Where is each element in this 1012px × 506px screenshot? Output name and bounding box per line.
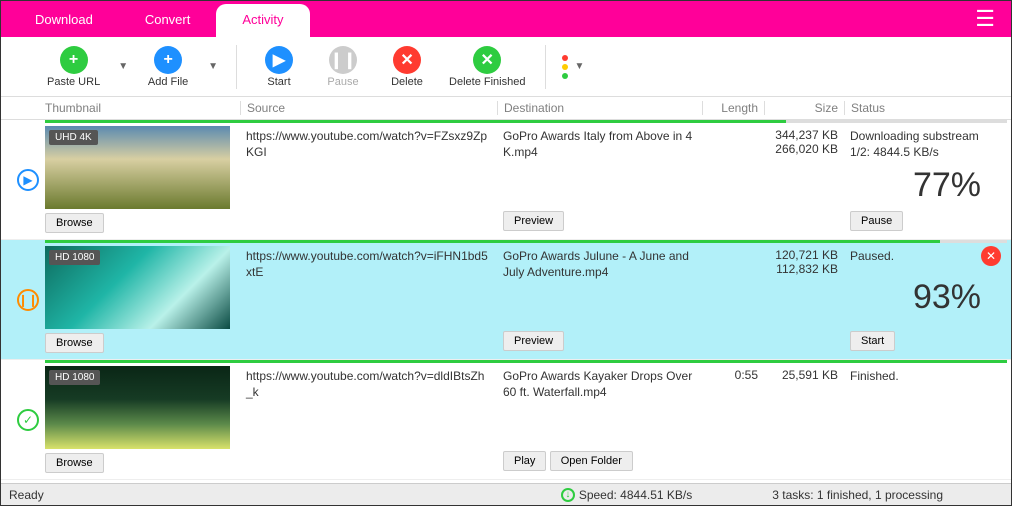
table-row[interactable]: ✓ HD 1080 Browse https://www.youtube.com…	[1, 360, 1011, 480]
open-folder-button[interactable]: Open Folder	[550, 451, 633, 471]
status-ready: Ready	[9, 488, 44, 502]
size-value: 25,591 KB	[764, 366, 844, 473]
paste-url-dropdown[interactable]: ▼	[112, 61, 134, 72]
header-size[interactable]: Size	[764, 101, 844, 115]
close-icon: ✕	[473, 46, 501, 74]
toolbar: + Paste URL ▼ + Add File ▼ ▶ Start ❙❙ Pa…	[1, 37, 1011, 97]
header-thumbnail[interactable]: Thumbnail	[45, 101, 240, 115]
status-text: Finished.	[850, 368, 981, 384]
row-state-indicator: ▶	[11, 126, 45, 233]
tab-activity[interactable]: Activity	[216, 4, 309, 39]
browse-button[interactable]: Browse	[45, 453, 104, 473]
tab-download[interactable]: Download	[9, 4, 119, 35]
preview-button[interactable]: Preview	[503, 331, 564, 351]
pause-icon: ❙❙	[329, 46, 357, 74]
table-header: Thumbnail Source Destination Length Size…	[1, 97, 1011, 120]
options-menu[interactable]: ▼	[558, 55, 590, 79]
start-button[interactable]: ▶ Start	[249, 44, 309, 90]
plus-icon: +	[154, 46, 182, 74]
source-url: https://www.youtube.com/watch?v=iFHN1bd5…	[246, 248, 491, 280]
progress-bar	[45, 360, 1007, 363]
row-action-button[interactable]: Start	[850, 331, 895, 351]
state-icon: ✓	[17, 409, 39, 431]
table-row[interactable]: ▶ UHD 4K Browse https://www.youtube.com/…	[1, 120, 1011, 240]
quality-badge: HD 1080	[49, 250, 100, 265]
separator	[545, 45, 546, 89]
header-length[interactable]: Length	[702, 101, 764, 115]
progress-bar	[45, 240, 1007, 243]
status-text: Paused.	[850, 248, 981, 264]
thumbnail-image[interactable]: UHD 4K	[45, 126, 230, 209]
length-value: 0:55	[702, 366, 764, 473]
plus-icon: +	[60, 46, 88, 74]
table-row[interactable]: ❙❙ HD 1080 Browse https://www.youtube.co…	[1, 240, 1011, 360]
row-close-button[interactable]: ✕	[981, 246, 1001, 266]
status-bar: Ready ↓ Speed: 4844.51 KB/s 3 tasks: 1 f…	[1, 483, 1011, 505]
rows-container: ▶ UHD 4K Browse https://www.youtube.com/…	[1, 120, 1011, 483]
delete-finished-button[interactable]: ✕ Delete Finished	[441, 44, 533, 90]
size-value: 344,237 KB266,020 KB	[764, 126, 844, 233]
thumbnail-image[interactable]: HD 1080	[45, 366, 230, 449]
hamburger-menu-icon[interactable]: ☰	[967, 6, 1003, 32]
source-url: https://www.youtube.com/watch?v=dldIBtsZ…	[246, 368, 491, 400]
header-status[interactable]: Status	[844, 101, 1011, 115]
options-dropdown: ▼	[568, 61, 590, 72]
quality-badge: HD 1080	[49, 370, 100, 385]
download-icon: ↓	[561, 488, 575, 502]
destination-filename: GoPro Awards Julune - A June and July Ad…	[503, 248, 696, 280]
play-icon: ▶	[265, 46, 293, 74]
row-action-button[interactable]: Pause	[850, 211, 903, 231]
percent-label: 77%	[850, 166, 981, 205]
top-tab-bar: Download Convert Activity ☰	[1, 1, 1011, 37]
preview-button[interactable]: Preview	[503, 211, 564, 231]
tab-convert[interactable]: Convert	[119, 4, 217, 35]
thumbnail-image[interactable]: HD 1080	[45, 246, 230, 329]
add-file-button[interactable]: + Add File	[138, 44, 198, 90]
state-icon: ❙❙	[17, 289, 39, 311]
add-file-dropdown[interactable]: ▼	[202, 61, 224, 72]
length-value	[702, 246, 764, 353]
progress-bar	[45, 120, 1007, 123]
state-icon: ▶	[17, 169, 39, 191]
size-value: 120,721 KB112,832 KB	[764, 246, 844, 353]
pause-button[interactable]: ❙❙ Pause	[313, 44, 373, 90]
browse-button[interactable]: Browse	[45, 333, 104, 353]
percent-label: 93%	[850, 278, 981, 317]
browse-button[interactable]: Browse	[45, 213, 104, 233]
destination-filename: GoPro Awards Kayaker Drops Over 60 ft. W…	[503, 368, 696, 400]
row-state-indicator: ❙❙	[11, 246, 45, 353]
status-speed: ↓ Speed: 4844.51 KB/s	[561, 488, 692, 502]
paste-url-button[interactable]: + Paste URL	[39, 44, 108, 90]
length-value	[702, 126, 764, 233]
status-tasks: 3 tasks: 1 finished, 1 processing	[772, 488, 943, 502]
destination-filename: GoPro Awards Italy from Above in 4K.mp4	[503, 128, 696, 160]
delete-button[interactable]: ✕ Delete	[377, 44, 437, 90]
header-destination[interactable]: Destination	[497, 101, 702, 115]
status-text: Downloading substream 1/2: 4844.5 KB/s	[850, 128, 981, 160]
separator	[236, 45, 237, 89]
header-source[interactable]: Source	[240, 101, 497, 115]
close-icon: ✕	[393, 46, 421, 74]
row-state-indicator: ✓	[11, 366, 45, 473]
quality-badge: UHD 4K	[49, 130, 98, 145]
play-button[interactable]: Play	[503, 451, 546, 471]
source-url: https://www.youtube.com/watch?v=FZsxz9Zp…	[246, 128, 491, 160]
